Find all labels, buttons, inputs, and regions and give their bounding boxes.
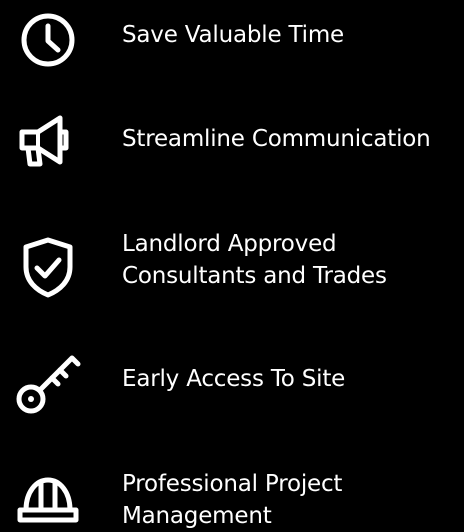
megaphone-icon: [18, 110, 78, 170]
clock-icon: [18, 10, 78, 70]
feature-label: Streamline Communication: [122, 126, 431, 152]
feature-label: Early Access To Site: [122, 366, 346, 392]
feature-label: Professional Project Management: [122, 471, 343, 529]
feature-label: Save Valuable Time: [122, 22, 345, 48]
hard-hat-icon: [16, 470, 80, 526]
key-icon: [14, 348, 82, 416]
feature-label: Landlord Approved Consultants and Trades: [122, 231, 387, 289]
shield-check-icon: [20, 235, 76, 299]
